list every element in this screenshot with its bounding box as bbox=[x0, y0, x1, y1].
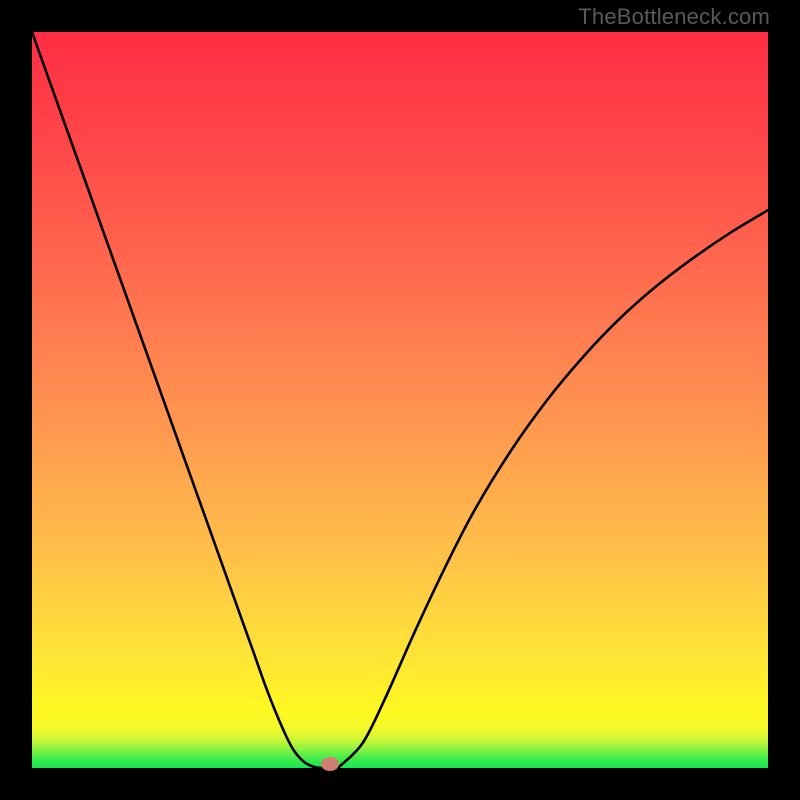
watermark-text: TheBottleneck.com bbox=[578, 4, 770, 30]
bottleneck-curve bbox=[32, 32, 768, 768]
optimal-point-marker bbox=[321, 757, 339, 771]
chart-frame: TheBottleneck.com bbox=[0, 0, 800, 800]
plot-background bbox=[32, 32, 768, 768]
